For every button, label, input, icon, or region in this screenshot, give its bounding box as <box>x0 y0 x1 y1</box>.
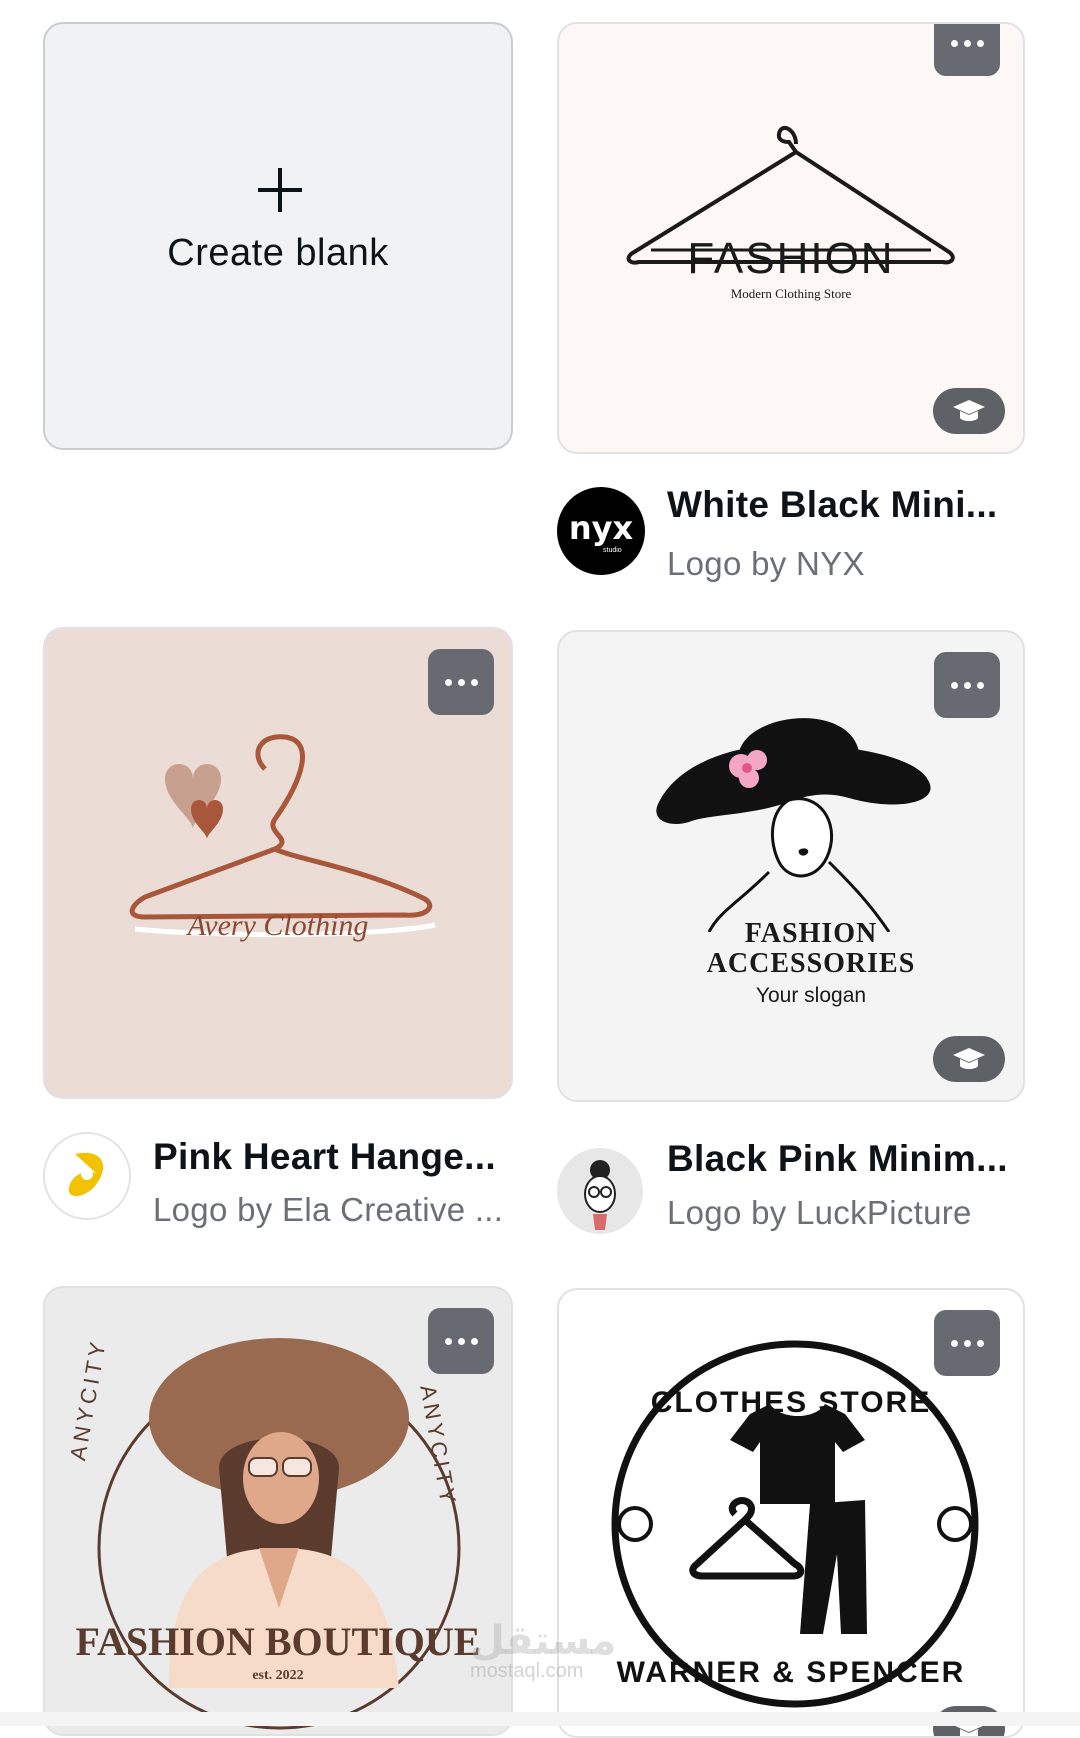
create-blank-label: Create blank <box>167 232 389 274</box>
author-avatar-nyx[interactable]: nyx studio <box>557 487 645 575</box>
author-logo-icon <box>68 1152 104 1197</box>
more-options-button[interactable] <box>934 24 1000 76</box>
heart-hanger-logo-art <box>129 734 436 938</box>
accessories-logo-line1: FASHION <box>744 918 878 949</box>
accessories-logo-line2: ACCESSORIES <box>706 948 916 979</box>
template-author[interactable]: Logo by Ela Creative ... <box>153 1191 503 1229</box>
template-card-pink-heart[interactable]: Avery Clothing <box>43 627 513 1099</box>
template-title[interactable]: Pink Heart Hange... <box>153 1136 496 1178</box>
graduation-cap-icon <box>953 400 985 421</box>
template-card-fashion-accessories[interactable]: FASHION ACCESSORIES Your slogan <box>557 630 1025 1102</box>
watermark-latin: mostaql.com <box>470 1660 584 1682</box>
accessories-logo-slogan: Your slogan <box>755 984 867 1007</box>
woman-hat-logo-art <box>656 718 931 932</box>
template-author[interactable]: Logo by LuckPicture <box>667 1194 972 1232</box>
boutique-logo-est: est. 2022 <box>252 1668 304 1683</box>
boutique-logo-word: FASHION BOUTIQUE <box>75 1619 481 1664</box>
hanger-logo-word: FASHION <box>687 234 895 283</box>
heart-hanger-logo-word: Avery Clothing <box>187 909 369 942</box>
bottom-edge <box>0 1712 1080 1726</box>
clothes-store-top-arc: CLOTHES STORE <box>650 1386 932 1419</box>
template-title[interactable]: Black Pink Minim... <box>667 1138 1008 1180</box>
watermark-arabic: مستقل <box>470 1618 617 1664</box>
graduation-cap-icon <box>953 1048 985 1069</box>
more-options-button[interactable] <box>934 652 1000 718</box>
author-portrait-icon <box>584 1160 616 1230</box>
more-options-button[interactable] <box>428 649 494 715</box>
more-options-button[interactable] <box>934 1310 1000 1376</box>
author-avatar-luckpicture[interactable] <box>557 1148 643 1234</box>
author-avatar-ela-creative[interactable] <box>43 1132 131 1220</box>
template-card-fashion-boutique[interactable]: ANYCITY ANYCITY FASHION BOUTIQUE est. 20… <box>43 1286 513 1736</box>
template-card-clothes-store[interactable]: CLOTHES STORE WARNER & SPENCER <box>557 1288 1025 1738</box>
create-blank-card[interactable]: Create blank <box>43 22 513 450</box>
premium-badge <box>933 1036 1005 1082</box>
template-title[interactable]: White Black Mini... <box>667 484 998 526</box>
premium-badge <box>933 388 1005 434</box>
template-card-fashion[interactable]: FASHION Modern Clothing Store <box>557 22 1025 454</box>
template-author[interactable]: Logo by NYX <box>667 545 865 583</box>
more-options-button[interactable] <box>428 1308 494 1374</box>
plus-icon <box>258 168 302 212</box>
hanger-logo-tagline: Modern Clothing Store <box>730 286 852 301</box>
clothes-store-bottom-arc: WARNER & SPENCER <box>616 1656 966 1689</box>
